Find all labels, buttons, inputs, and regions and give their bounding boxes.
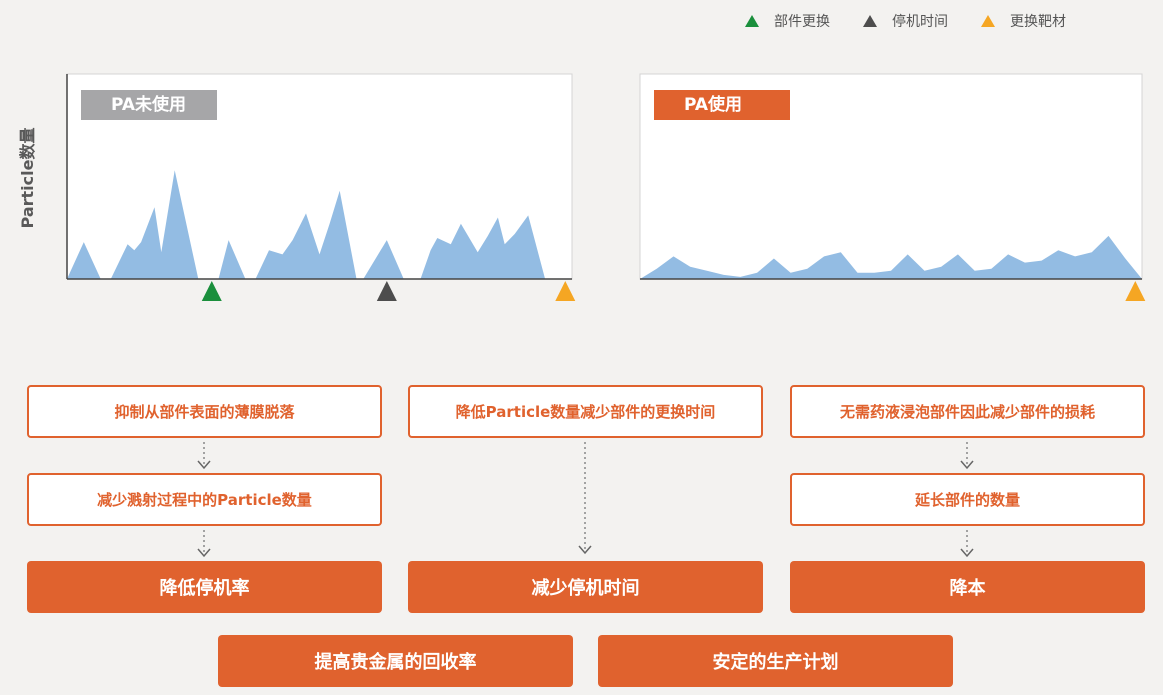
event-marker-triangle [555,281,576,301]
flow-col3-result: 降本 [790,561,1145,613]
dotted-arrow-down-icon [578,442,592,555]
dotted-arrow-down-icon [960,530,974,558]
gray-triangle-icon [863,15,877,27]
dotted-arrow-down-icon [197,530,211,558]
legend-label: 停机时间 [892,14,948,30]
legend-item-part-change: 部件更换 [744,11,830,31]
panel-title-pa-unused: PA未使用 [81,90,217,120]
event-marker-triangle [1125,281,1146,301]
event-marker-triangle [201,281,222,301]
panel-title-pa-used: PA使用 [654,90,790,120]
flow-col2-step1: 降低Particle数量减少部件的更换时间 [408,385,763,438]
flow-col1-result: 降低停机率 [27,561,382,613]
flow-col3-step1: 无需药液浸泡部件因此减少部件的损耗 [790,385,1145,438]
flow-col2-result: 减少停机时间 [408,561,763,613]
y-axis-label: Particle数量 [18,127,37,229]
flow-col1-step1: 抑制从部件表面的薄膜脱落 [27,385,382,438]
benefit-precious-metal-recovery: 提高贵金属的回收率 [218,635,573,687]
dotted-arrow-down-icon [960,442,974,470]
dotted-arrow-down-icon [197,442,211,470]
event-marker-triangle [376,281,397,301]
legend-item-downtime: 停机时间 [862,11,948,31]
flow-col3-step2: 延长部件的数量 [790,473,1145,526]
green-triangle-icon [745,15,759,27]
legend-label: 部件更换 [774,14,830,30]
legend: 部件更换 停机时间 更换靶材 [744,12,1066,30]
flow-col1-step2: 减少溅射过程中的Particle数量 [27,473,382,526]
legend-label: 更换靶材 [1010,14,1066,30]
legend-item-target-change: 更换靶材 [980,11,1066,31]
orange-triangle-icon [981,15,995,27]
benefit-stable-production-plan: 安定的生产计划 [598,635,953,687]
